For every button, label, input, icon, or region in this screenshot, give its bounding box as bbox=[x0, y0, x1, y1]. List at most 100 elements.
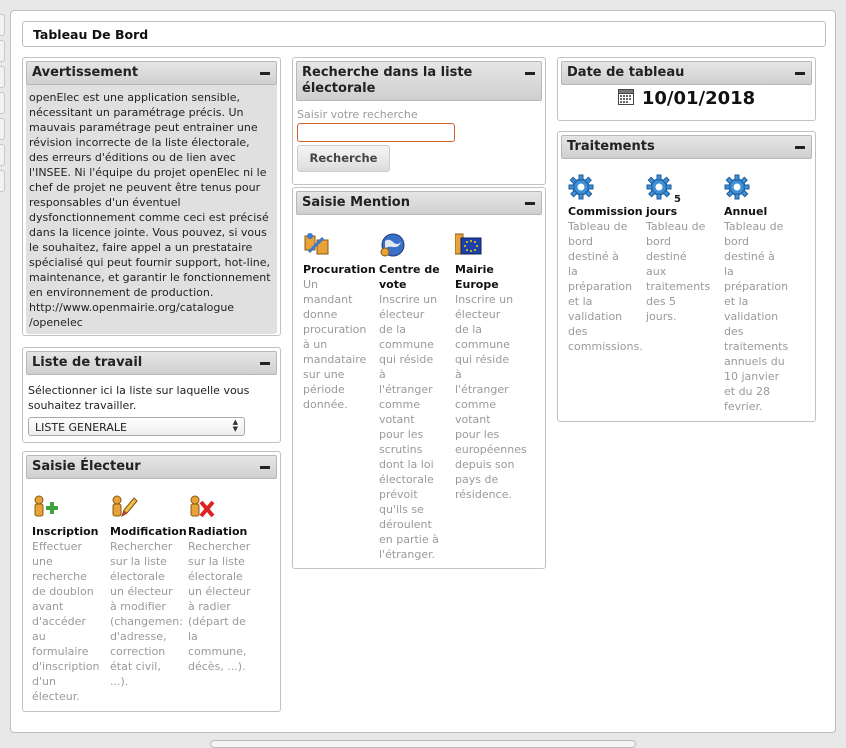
description-line: votant bbox=[379, 413, 415, 426]
edge-tab[interactable] bbox=[0, 170, 5, 192]
shortcut-label[interactable]: Annuel bbox=[724, 204, 800, 219]
widget-title: Saisie Électeur bbox=[32, 459, 141, 474]
description-line: des bbox=[568, 325, 588, 338]
warning-line: l'INSEE. Ni l'équipe du projet openElec … bbox=[29, 166, 267, 179]
shortcut-label-line2[interactable]: vote bbox=[379, 277, 453, 292]
shortcut-label[interactable]: Inscription bbox=[32, 524, 108, 539]
minimize-icon[interactable] bbox=[525, 72, 535, 75]
dashboard-shortcut-jours[interactable]: 5 jours Tableau de bord destiné aux traitement… bbox=[646, 174, 724, 414]
description-line: électeur. bbox=[32, 690, 80, 703]
description-line: électorale bbox=[379, 473, 434, 486]
description-line: de la bbox=[455, 323, 483, 336]
dashboard-shortcut-mairie[interactable]: Mairie Europe Inscrire un électeur de la comm… bbox=[454, 232, 531, 562]
search-button[interactable]: Recherche bbox=[297, 145, 390, 172]
gear-icon[interactable]: 5 bbox=[646, 174, 722, 205]
gear-icon[interactable] bbox=[568, 174, 644, 202]
board-date: 10/01/2018 bbox=[641, 88, 756, 109]
shortcut-description: Un mandant donne procuration à un mandataire s… bbox=[303, 277, 377, 412]
description-line: qui réside bbox=[379, 353, 434, 366]
edge-tab[interactable] bbox=[0, 118, 5, 140]
delete-user-icon[interactable] bbox=[188, 494, 264, 522]
dashboard-shortcut-inscription[interactable]: Inscription Effectuer une recherche de doubl… bbox=[32, 494, 110, 704]
minimize-icon[interactable] bbox=[795, 146, 805, 149]
description-line: d'inscription bbox=[32, 660, 100, 673]
description-line: traitements bbox=[724, 340, 789, 353]
description-line: mandataire bbox=[303, 353, 367, 366]
description-line: électeur bbox=[455, 308, 501, 321]
widget-header[interactable]: Recherche dans la liste électorale bbox=[296, 61, 542, 101]
procuration-icon[interactable] bbox=[303, 232, 377, 260]
page-title: Tableau De Bord bbox=[22, 21, 826, 47]
description-line: l'étranger bbox=[455, 383, 509, 396]
dashboard-shortcut-modification[interactable]: Modification Rechercher sur la liste électo… bbox=[110, 494, 188, 704]
widget-header[interactable]: Saisie Mention bbox=[296, 191, 542, 215]
shortcut-description: Rechercher sur la liste électorale un élect… bbox=[188, 539, 264, 674]
description-line: des 5 bbox=[646, 295, 676, 308]
add-user-icon[interactable] bbox=[32, 494, 108, 522]
widget-header[interactable]: Liste de travail bbox=[26, 351, 277, 375]
dashboard-shortcut-centre-de[interactable]: Centre de vote Inscrire un électeur de la com… bbox=[379, 232, 455, 562]
description-line: à radier bbox=[188, 600, 231, 613]
shortcut-label[interactable]: Radiation bbox=[188, 524, 264, 539]
dashboard-shortcut-annuel[interactable]: Annuel Tableau de bord destiné à la préparati… bbox=[724, 174, 802, 414]
minimize-icon[interactable] bbox=[525, 202, 535, 205]
edge-tab[interactable] bbox=[0, 144, 5, 166]
description-line: et la bbox=[568, 295, 593, 308]
shortcut-label[interactable]: jours bbox=[646, 204, 722, 219]
shortcut-label[interactable]: Mairie bbox=[455, 262, 529, 277]
description-line: au bbox=[32, 630, 46, 643]
widget-liste-travail: Liste de travail Sélectionner ici la lis… bbox=[22, 347, 281, 443]
description-line: Inscrire un bbox=[455, 293, 514, 306]
widget-header[interactable]: Avertissement bbox=[26, 61, 277, 85]
minimize-icon[interactable] bbox=[795, 72, 805, 75]
edge-tab[interactable] bbox=[0, 66, 5, 88]
description-line: bord bbox=[724, 235, 750, 248]
shortcut-label-line2[interactable]: Europe bbox=[455, 277, 529, 292]
shortcut-label[interactable]: Commission bbox=[568, 204, 644, 219]
edge-tab[interactable] bbox=[0, 40, 5, 62]
minimize-icon[interactable] bbox=[260, 466, 270, 469]
edge-tab[interactable] bbox=[0, 92, 5, 114]
description-line: validation bbox=[724, 310, 779, 323]
shortcut-label[interactable]: Procuration bbox=[303, 262, 377, 277]
description-line: à bbox=[379, 368, 386, 381]
minimize-icon[interactable] bbox=[260, 72, 270, 75]
dashboard-shortcut-radiation[interactable]: Radiation Rechercher sur la liste électoral… bbox=[188, 494, 266, 704]
minimize-icon[interactable] bbox=[260, 362, 270, 365]
warning-line: openElec est une application sensible, bbox=[29, 91, 241, 104]
eu-flag-icon[interactable] bbox=[454, 232, 529, 260]
widget-header[interactable]: Traitements bbox=[561, 135, 812, 159]
description-line: d'adresse, bbox=[110, 630, 167, 643]
liste-instructions: Sélectionner ici la liste sur laquelle v… bbox=[28, 384, 250, 412]
widget-header[interactable]: Saisie Électeur bbox=[26, 455, 277, 479]
description-line: Tableau de bbox=[724, 220, 784, 233]
warning-line: nécessitant un paramétrage précis. Un bbox=[29, 106, 244, 119]
gear-icon[interactable] bbox=[724, 174, 800, 202]
description-line: déroulent bbox=[379, 518, 432, 531]
select-arrows-icon: ▲ ▼ bbox=[232, 418, 238, 433]
dashboard-shortcut-procuration[interactable]: Procuration Un mandant donne procuration à un… bbox=[303, 232, 379, 562]
description-line: pour les bbox=[379, 428, 424, 441]
search-input[interactable] bbox=[297, 123, 455, 142]
description-line: donne bbox=[303, 308, 338, 321]
dashboard-shortcut-commission[interactable]: Commission Tableau de bord destiné à la prépa… bbox=[568, 174, 646, 414]
widget-header[interactable]: Date de tableau bbox=[561, 61, 812, 85]
widget-saisie-electeur: Saisie Électeur Inscription Effectuer une r… bbox=[22, 451, 281, 712]
globe-icon[interactable] bbox=[379, 232, 453, 260]
description-line: bord bbox=[568, 235, 594, 248]
description-line: formulaire bbox=[32, 645, 89, 658]
edge-tab[interactable] bbox=[0, 14, 5, 36]
description-line: une bbox=[32, 555, 53, 568]
description-line: mandant bbox=[303, 293, 353, 306]
description-line: scrutins bbox=[379, 443, 423, 456]
shortcut-label[interactable]: Modification bbox=[110, 524, 187, 539]
description-line: pour les bbox=[455, 428, 500, 441]
shortcut-description: Tableau de bord destiné aux traitements des 5… bbox=[646, 219, 722, 324]
shortcut-label[interactable]: Centre de bbox=[379, 262, 453, 277]
description-line: préparation bbox=[724, 280, 789, 293]
bottom-bar bbox=[210, 740, 636, 748]
edit-pencil-icon[interactable] bbox=[110, 494, 186, 522]
liste-select[interactable]: LISTE GENERALE ▲ ▼ bbox=[28, 417, 245, 436]
description-line: jours. bbox=[646, 310, 677, 323]
description-line: annuels du bbox=[724, 355, 785, 368]
